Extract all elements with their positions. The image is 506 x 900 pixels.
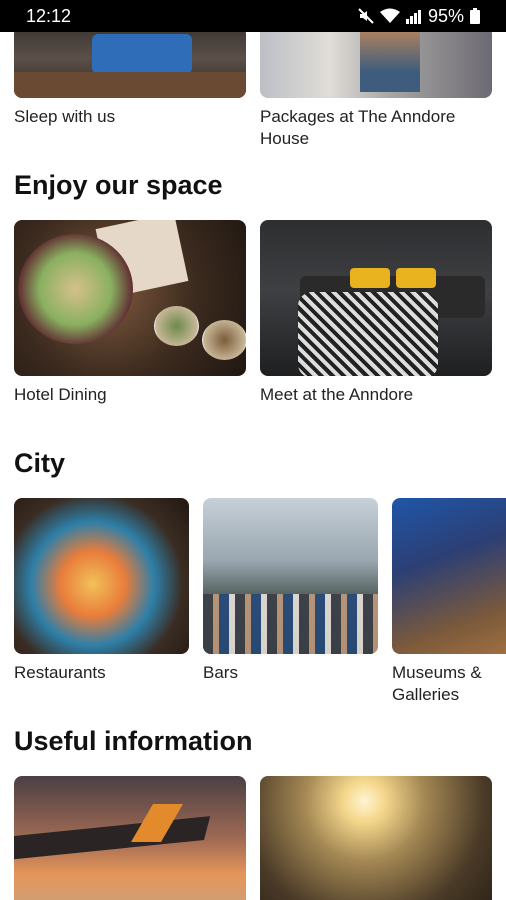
scroll-content[interactable]: Sleep with us Packages at The Anndore Ho… [0, 32, 506, 900]
card-label: Bars [203, 663, 238, 682]
card-museums-galleries[interactable]: Museums & Galleries [392, 498, 506, 706]
card-image [392, 498, 506, 654]
card-image [203, 498, 378, 654]
battery-percent: 95% [427, 5, 464, 26]
section-title-city: City [14, 448, 66, 478]
card-label: Packages at The Anndore House [260, 107, 456, 148]
card-meet-at-anndore[interactable]: Meet at the Anndore [260, 220, 492, 406]
card-packages[interactable]: Packages at The Anndore House [260, 32, 492, 150]
section-title-enjoy-our-space: Enjoy our space [14, 170, 223, 200]
card-forest[interactable] [260, 776, 492, 900]
card-image [14, 776, 246, 900]
card-image [260, 220, 492, 376]
card-hotel-dining[interactable]: Hotel Dining [14, 220, 246, 406]
section-title-useful-information: Useful information [14, 726, 253, 756]
card-image [14, 220, 246, 376]
card-restaurants[interactable]: Restaurants [14, 498, 189, 684]
status-bar: 12:12 95% [0, 0, 506, 32]
card-travel[interactable] [14, 776, 246, 900]
card-label: Museums & Galleries [392, 663, 482, 704]
card-bars[interactable]: Bars [203, 498, 378, 684]
card-label: Hotel Dining [14, 385, 107, 404]
signal-icon [405, 10, 421, 24]
card-label: Meet at the Anndore [260, 385, 414, 404]
status-icons: 95% [358, 6, 480, 27]
battery-icon [470, 8, 480, 24]
card-image [260, 32, 492, 98]
wifi-icon [379, 8, 400, 23]
card-sleep-with-us[interactable]: Sleep with us [14, 32, 246, 128]
card-label: Sleep with us [14, 107, 116, 126]
card-label: Restaurants [14, 663, 106, 682]
status-time: 12:12 [26, 5, 72, 26]
mute-icon [358, 8, 374, 24]
card-image [14, 32, 246, 98]
card-image [260, 776, 492, 900]
card-image [14, 498, 189, 654]
